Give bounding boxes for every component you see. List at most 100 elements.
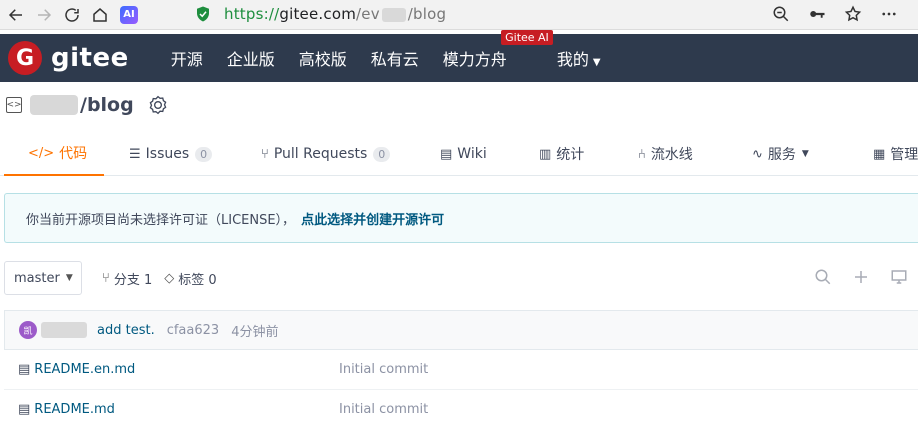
tab-services[interactable]: ∿ 服务 ▼ (752, 132, 809, 176)
tab-pipeline-label: 流水线 (650, 147, 693, 163)
branch-icon: ⑂ (102, 270, 110, 286)
owner-redaction (30, 95, 78, 115)
branch-bar: master ▼ ⑂ 分支 1 ◇ 标签 0 (0, 260, 918, 296)
license-notice: 你当前开源项目尚未选择许可证（LICENSE）， 点此选择并创建开源许可 (4, 193, 918, 243)
branch-select[interactable]: master ▼ (4, 261, 82, 295)
file-commit-message[interactable]: Initial commit (339, 402, 428, 417)
monitor-icon[interactable] (890, 268, 908, 286)
secure-shield-icon (197, 6, 209, 22)
tab-manage[interactable]: ▦ 管理 (873, 132, 918, 176)
reload-button[interactable] (58, 1, 86, 29)
caret-down-icon: ▼ (592, 57, 601, 68)
browser-toolbar: AI https://gitee.com/ev/blog (0, 0, 918, 30)
gitee-ai-badge[interactable]: Gitee AI (501, 30, 553, 45)
zoom-button[interactable] (770, 0, 792, 28)
top-nav: 开源 企业版 高校版 私有云 模力方舟 Gitee AI 我的 ▼ (171, 30, 625, 70)
pipeline-icon: ⑃ (638, 146, 646, 162)
pull-requests-count: 0 (373, 146, 391, 162)
browser-actions (770, 0, 900, 28)
tab-code[interactable]: </> 代码 (4, 132, 104, 176)
nav-education[interactable]: 高校版 (299, 46, 347, 70)
file-name[interactable]: README.md (34, 402, 115, 417)
arrow-left-icon (8, 8, 22, 21)
commit-message[interactable]: add test. (97, 323, 155, 338)
tab-code-label: 代码 (59, 146, 88, 162)
repo-title: <> /blog (6, 92, 168, 118)
nav-private-cloud[interactable]: 私有云 (371, 46, 419, 70)
repo-meta: ⑂ 分支 1 ◇ 标签 0 (102, 269, 229, 288)
author-redaction (41, 322, 87, 338)
tags-label: 标签 0 (178, 272, 217, 288)
nav-moli-label: 模力方舟 (442, 50, 507, 69)
license-notice-text: 你当前开源项目尚未选择许可证（LICENSE）， (26, 212, 296, 228)
plus-icon[interactable] (852, 268, 870, 286)
bookmark-button[interactable] (842, 0, 864, 28)
nav-enterprise[interactable]: 企业版 (227, 46, 275, 70)
arrow-right-icon (38, 8, 52, 21)
home-icon (93, 7, 107, 22)
latest-commit-bar: 凯 add test. cfaa623 4分钟前 (4, 310, 918, 350)
search-icon[interactable] (814, 268, 832, 286)
url-redaction (381, 7, 406, 22)
tab-pull-requests[interactable]: ⑂ Pull Requests 0 (261, 132, 391, 176)
home-button[interactable] (86, 1, 114, 29)
url-scheme: https:// (224, 5, 280, 23)
tab-pull-requests-label: Pull Requests (273, 146, 368, 162)
tag-icon: ◇ (164, 270, 175, 286)
file-name[interactable]: README.en.md (34, 362, 135, 377)
code-icon: </> (28, 145, 55, 161)
tab-issues[interactable]: ☰ Issues 0 (129, 132, 213, 176)
create-license-link[interactable]: 点此选择并创建开源许可 (301, 209, 444, 228)
ai-extension-icon[interactable]: AI (120, 5, 138, 24)
avatar[interactable]: 凯 (19, 321, 37, 339)
caret-down-icon: ▼ (801, 149, 809, 159)
zoom-out-icon (773, 6, 789, 22)
code-repo-icon: <> (6, 97, 22, 113)
branches-link[interactable]: ⑂ 分支 1 (102, 269, 152, 288)
award-badge-icon[interactable] (148, 95, 168, 115)
nav-moli-fangzhou[interactable]: 模力方舟 Gitee AI (442, 30, 553, 70)
file-doc-icon: ▤ (18, 402, 31, 417)
commit-time: 4分钟前 (231, 324, 279, 340)
tab-issues-label: Issues (145, 146, 190, 162)
tab-wiki-label: Wiki (457, 146, 487, 162)
repo-name[interactable]: /blog (80, 94, 134, 116)
tab-wiki[interactable]: ▤ Wiki (440, 132, 487, 176)
nav-mine-label: 我的 (556, 50, 589, 69)
branches-label: 分支 1 (113, 272, 153, 288)
file-row: ▤ README.md Initial commit (4, 390, 918, 421)
url-path-prefix: /ev (356, 5, 380, 23)
forward-button[interactable] (30, 1, 58, 29)
pulse-icon: ∿ (752, 146, 763, 162)
book-icon: ▤ (440, 146, 453, 162)
reload-icon (65, 7, 79, 22)
tab-pipeline[interactable]: ⑃ 流水线 (638, 132, 693, 176)
url-host: gitee.com (279, 5, 357, 23)
tab-stats[interactable]: ▥ 统计 (539, 132, 584, 176)
tags-link[interactable]: ◇ 标签 0 (164, 269, 216, 288)
url-text: https://gitee.com/ev/blog (224, 5, 446, 23)
tab-manage-label: 管理 (890, 147, 918, 163)
key-icon (810, 11, 825, 18)
file-commit-message[interactable]: Initial commit (339, 362, 428, 377)
bar-chart-icon: ▥ (539, 146, 552, 162)
gitee-logo-icon: G (8, 41, 42, 75)
gitee-logo[interactable]: G gitee (8, 41, 129, 75)
tab-stats-label: 统计 (556, 147, 585, 163)
back-button[interactable] (2, 1, 30, 29)
menu-button[interactable] (878, 0, 900, 28)
logo-text: gitee (51, 43, 129, 73)
commit-hash[interactable]: cfaa623 (167, 323, 219, 338)
file-tools (814, 268, 908, 286)
issues-count: 0 (195, 146, 213, 162)
nav-mine[interactable]: 我的 ▼ (557, 46, 601, 70)
password-button[interactable] (806, 0, 828, 28)
nav-opensource[interactable]: 开源 (171, 46, 203, 70)
file-row: ▤ README.en.md Initial commit (4, 350, 918, 390)
site-header: G gitee 开源 企业版 高校版 私有云 模力方舟 Gitee AI 我的 ▼ (0, 30, 918, 82)
caret-down-icon: ▼ (65, 273, 73, 283)
pull-request-icon: ⑂ (261, 146, 269, 162)
tab-services-label: 服务 (767, 147, 796, 163)
address-bar[interactable]: https://gitee.com/ev/blog (186, 0, 761, 28)
file-doc-icon: ▤ (18, 362, 31, 377)
